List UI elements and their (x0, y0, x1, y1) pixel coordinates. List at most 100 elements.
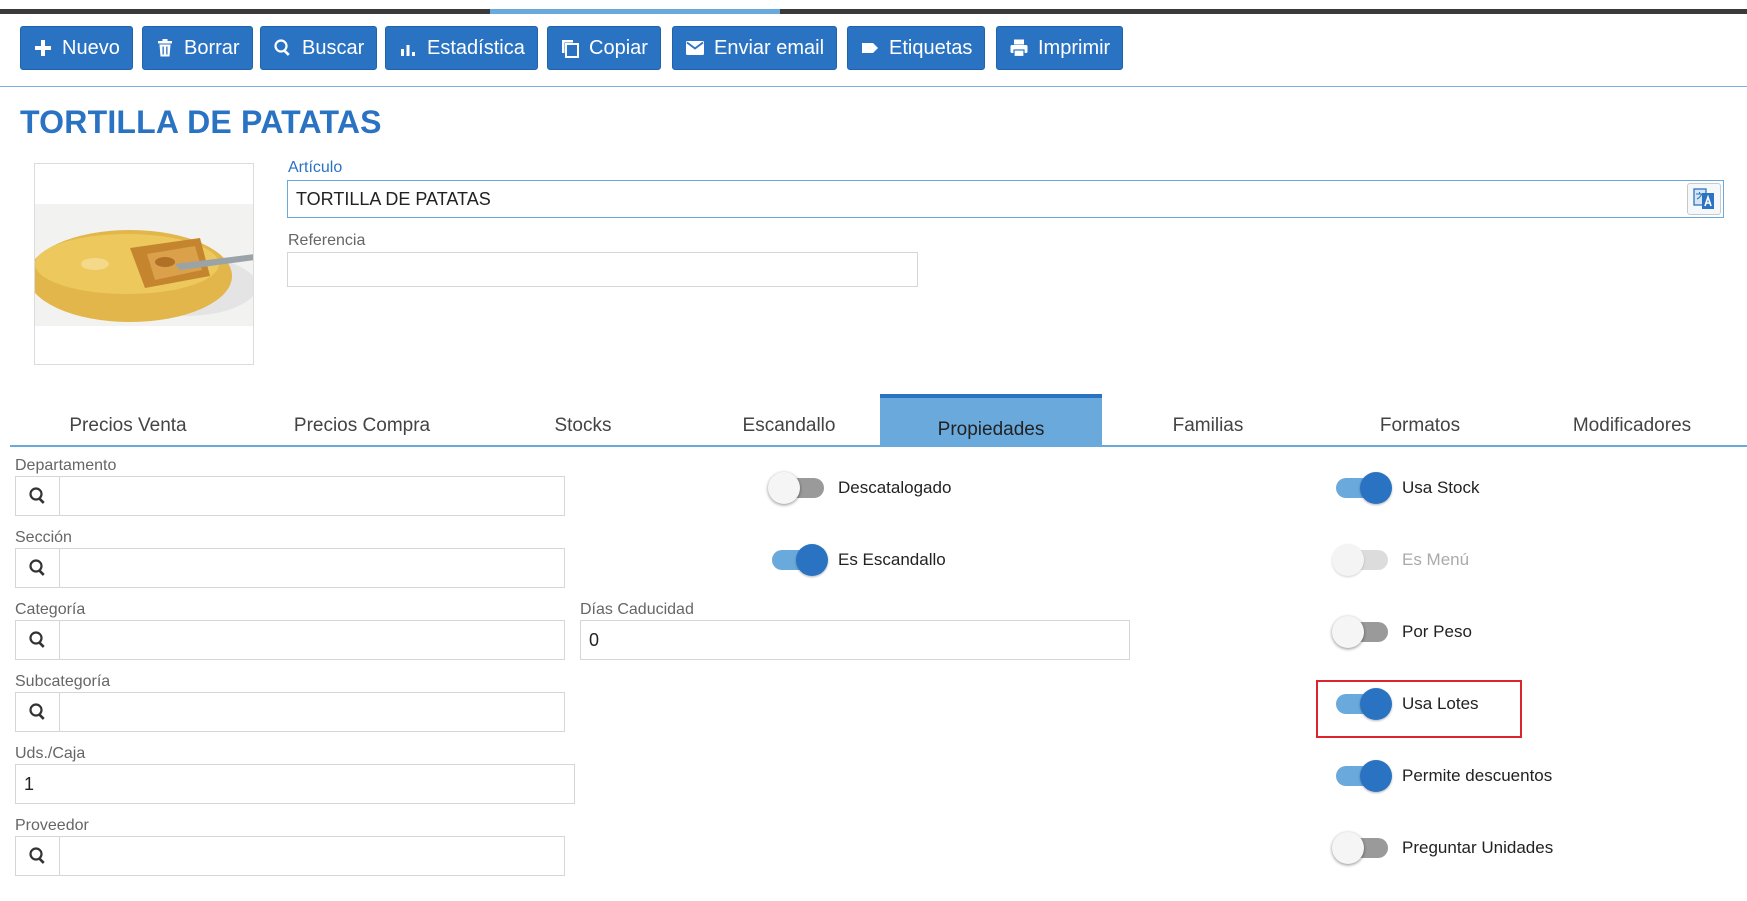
email-icon (686, 41, 704, 55)
supplier-input[interactable] (62, 837, 564, 875)
tortilla-image (35, 204, 253, 326)
copy-button-label: Copiar (589, 37, 648, 59)
tab-familias[interactable]: Familias (1102, 394, 1314, 446)
tag-icon (862, 43, 878, 53)
section-search-button[interactable] (16, 549, 60, 587)
tab-underline (10, 445, 1747, 447)
send-email-button[interactable]: Enviar email (672, 26, 838, 70)
category-label: Categoría (15, 601, 86, 618)
delete-button-label: Borrar (184, 37, 240, 59)
toggle-knob (1360, 760, 1392, 792)
toggle-knob (1360, 472, 1392, 504)
tab-bar: Precios Venta Precios Compra Stocks Esca… (10, 394, 1747, 446)
toolbar: Nuevo Borrar Buscar Estadística Copiar E… (0, 26, 1747, 74)
statistics-button[interactable]: Estadística (385, 26, 538, 70)
toggle-preguntar-unidades[interactable]: Preguntar Unidades (1332, 830, 1554, 866)
usa-lotes-highlight-box (1316, 680, 1522, 738)
toggle-por-peso[interactable]: Por Peso (1332, 614, 1472, 650)
units-per-box-label: Uds./Caja (15, 745, 86, 762)
toggle-track (1332, 832, 1388, 864)
new-button[interactable]: Nuevo (20, 26, 133, 70)
copy-button[interactable]: Copiar (547, 26, 661, 70)
labels-button[interactable]: Etiquetas (847, 26, 986, 70)
send-email-button-label: Enviar email (714, 37, 825, 59)
toggle-label: Permite descuentos (1402, 766, 1553, 785)
department-field (15, 476, 565, 516)
expiry-days-input[interactable]: 0 (580, 620, 1130, 660)
toggle-descatalogado[interactable]: Descatalogado (768, 470, 952, 506)
toggle-usa-stock[interactable]: Usa Stock (1336, 470, 1479, 506)
article-photo[interactable] (34, 163, 254, 365)
units-per-box-value: 1 (24, 773, 35, 794)
search-icon (28, 487, 45, 504)
toggle-label: Es Escandallo (838, 550, 946, 569)
bar-chart-icon (401, 45, 415, 56)
print-button[interactable]: Imprimir (996, 26, 1124, 70)
supplier-label: Proveedor (15, 817, 89, 834)
supplier-field (15, 836, 565, 876)
subcategory-search-button[interactable] (16, 693, 60, 731)
category-search-button[interactable] (16, 621, 60, 659)
tab-precios-compra[interactable]: Precios Compra (246, 394, 478, 446)
tab-precios-venta[interactable]: Precios Venta (10, 394, 246, 446)
toggle-label: Preguntar Unidades (1402, 838, 1554, 857)
search-button[interactable]: Buscar (260, 26, 378, 70)
labels-button-label: Etiquetas (889, 37, 973, 59)
search-icon (28, 559, 45, 576)
toggle-track (772, 544, 828, 576)
section-input[interactable] (62, 549, 564, 587)
toggle-knob (1332, 544, 1364, 576)
toggle-es-menu: Es Menú (1332, 542, 1470, 578)
reference-label: Referencia (288, 232, 366, 249)
tab-stocks[interactable]: Stocks (478, 394, 688, 446)
toggle-knob (768, 472, 800, 504)
toggle-label: Descatalogado (838, 478, 952, 497)
statistics-button-label: Estadística (427, 37, 525, 59)
toggle-es-escandallo[interactable]: Es Escandallo (772, 542, 946, 578)
toggle-track (1332, 616, 1388, 648)
category-field (15, 620, 565, 660)
search-icon (28, 631, 45, 648)
toggle-label: Usa Stock (1402, 478, 1480, 497)
toggle-knob (796, 544, 828, 576)
toggle-track (1336, 472, 1392, 504)
search-icon (28, 703, 45, 720)
tab-formatos[interactable]: Formatos (1314, 394, 1526, 446)
expiry-days-label: Días Caducidad (580, 601, 694, 618)
print-button-label: Imprimir (1038, 37, 1111, 59)
category-input[interactable] (62, 621, 564, 659)
department-search-button[interactable] (16, 477, 60, 515)
subcategory-field (15, 692, 565, 732)
subcategory-label: Subcategoría (15, 673, 111, 690)
toggle-knob (1332, 616, 1364, 648)
copy-icon (562, 40, 579, 58)
article-name-input[interactable]: TORTILLA DE PATATAS (287, 180, 1724, 218)
page-title: TORTILLA DE PATATAS (20, 104, 382, 140)
section-field (15, 548, 565, 588)
tab-modificadores[interactable]: Modificadores (1526, 394, 1738, 446)
article-name-value: TORTILLA DE PATATAS (296, 188, 491, 209)
delete-button[interactable]: Borrar (142, 26, 253, 70)
trash-icon (158, 39, 172, 57)
toggle-track (1336, 760, 1392, 792)
units-per-box-input[interactable]: 1 (15, 764, 575, 804)
toggle-track (1332, 544, 1388, 576)
top-bar-line (0, 9, 1747, 14)
tab-propiedades[interactable]: Propiedades (880, 394, 1102, 446)
tab-escandallo[interactable]: Escandallo (688, 394, 890, 446)
department-input[interactable] (62, 477, 564, 515)
toolbar-separator (0, 86, 1747, 87)
print-icon (1010, 39, 1028, 58)
plus-icon (35, 40, 51, 56)
top-bar-accent (490, 9, 780, 14)
expiry-days-value: 0 (589, 629, 600, 650)
subcategory-input[interactable] (62, 693, 564, 731)
new-button-label: Nuevo (62, 37, 120, 59)
search-icon (274, 39, 290, 56)
reference-input[interactable] (287, 252, 918, 287)
toggle-permite-descuentos[interactable]: Permite descuentos (1336, 758, 1552, 794)
section-label: Sección (15, 529, 72, 546)
toggle-label: Es Menú (1402, 550, 1470, 569)
supplier-search-button[interactable] (16, 837, 60, 875)
translate-button[interactable] (1687, 183, 1721, 215)
